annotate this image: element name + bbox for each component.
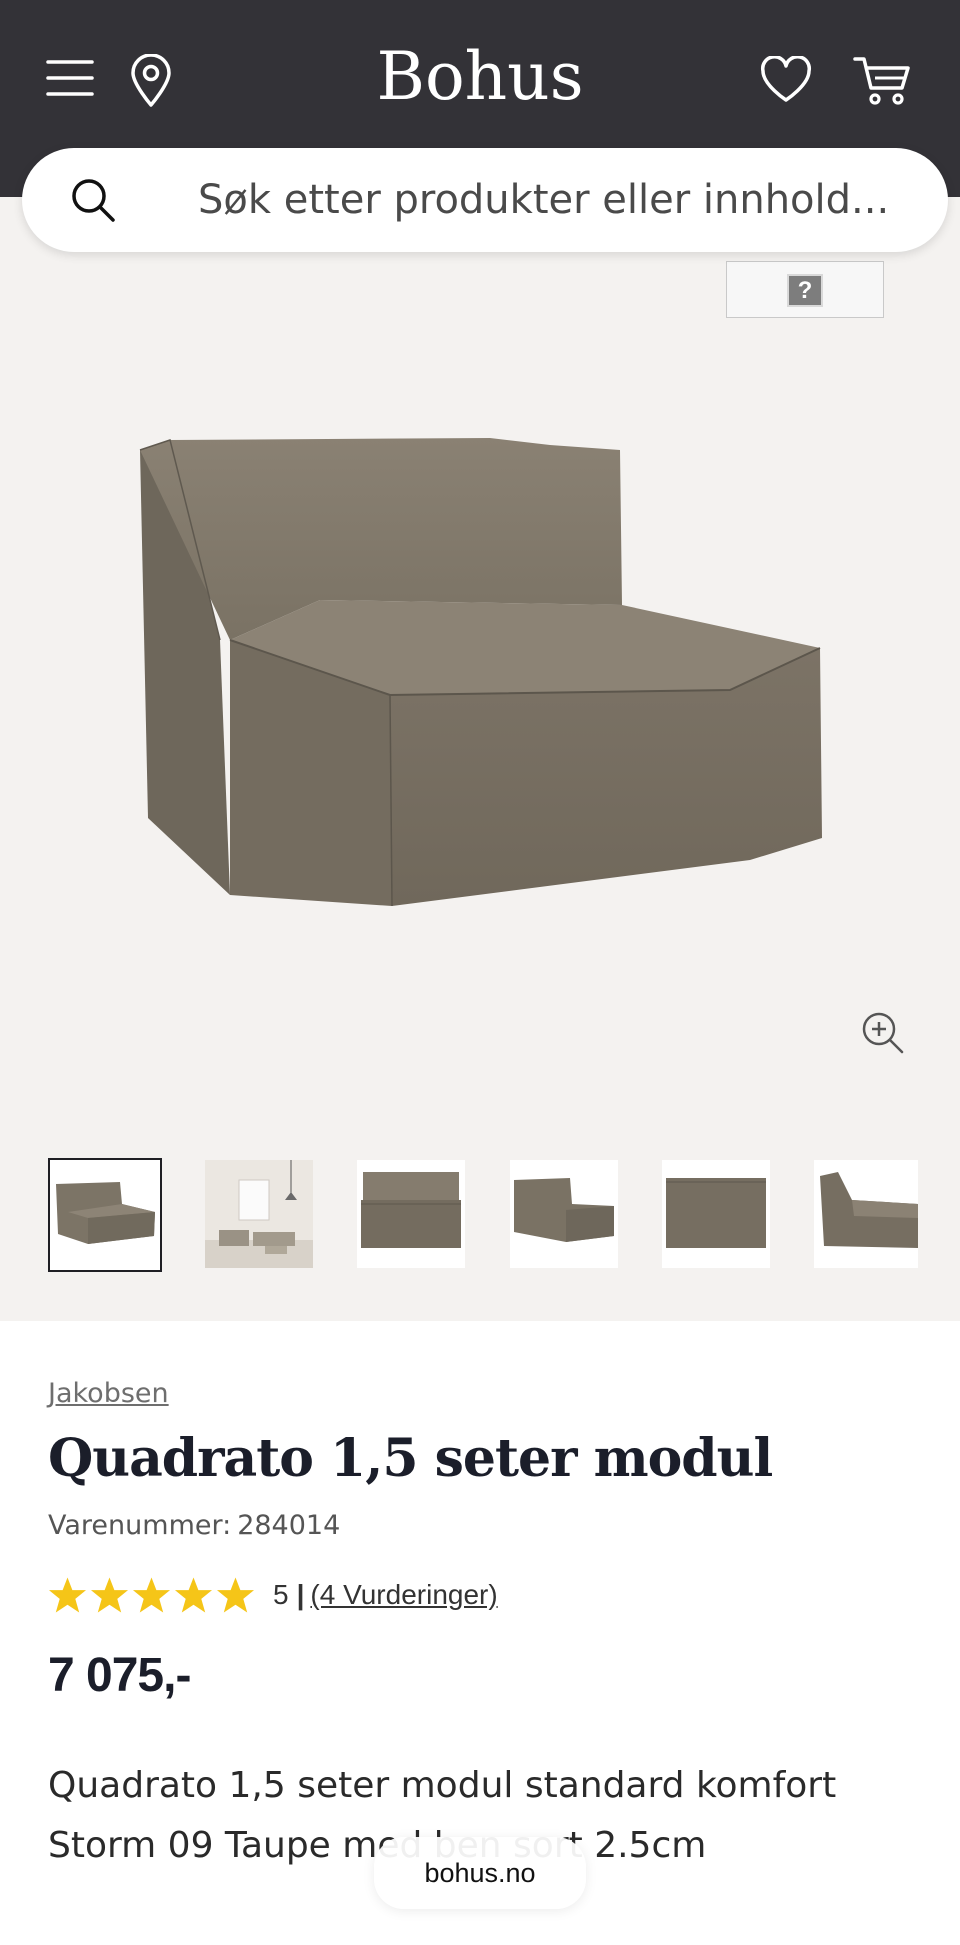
product-price: 7 075,-: [48, 1649, 191, 1702]
search-icon[interactable]: [70, 177, 116, 223]
menu-icon[interactable]: [46, 58, 94, 98]
search-input[interactable]: [198, 170, 898, 230]
thumbnail-image: [50, 1160, 160, 1270]
browser-url-pill[interactable]: bohus.no: [374, 1837, 586, 1909]
zoom-in-icon[interactable]: [860, 1010, 906, 1056]
thumbnail-image: [510, 1160, 618, 1268]
thumbnail-5[interactable]: [662, 1160, 770, 1268]
reviews-link[interactable]: (4 Vurderinger): [310, 1579, 497, 1611]
question-mark-icon: ?: [787, 274, 823, 307]
sku-line: Varenummer: 284014: [48, 1510, 340, 1541]
product-main-image[interactable]: [130, 420, 830, 920]
rating-score: 5: [273, 1579, 289, 1610]
rating-row: 5 | (4 Vurderinger): [48, 1570, 498, 1620]
thumbnail-image: [662, 1160, 770, 1268]
thumbnail-2[interactable]: [205, 1160, 313, 1268]
star-icon: [174, 1577, 213, 1613]
brand-logo[interactable]: Bohus: [330, 38, 630, 115]
thumbnail-image: [205, 1160, 313, 1268]
thumbnail-image: [814, 1160, 918, 1268]
location-pin-icon[interactable]: [130, 54, 172, 108]
rating-separator: |: [296, 1579, 305, 1610]
brand-link[interactable]: Jakobsen: [48, 1378, 169, 1409]
product-title: Quadrato 1,5 seter modul: [48, 1428, 773, 1489]
thumbnail-4[interactable]: [510, 1160, 618, 1268]
star-icon: [132, 1577, 171, 1613]
search-bar[interactable]: [22, 148, 948, 252]
heart-icon[interactable]: [760, 56, 812, 104]
star-icon: [216, 1577, 255, 1613]
broken-image-placeholder: ?: [726, 261, 884, 318]
thumbnail-1[interactable]: [48, 1158, 162, 1272]
star-rating: [48, 1576, 255, 1614]
thumbnail-image: [357, 1160, 465, 1268]
sku-value: 284014: [237, 1510, 341, 1541]
thumbnail-6[interactable]: [814, 1160, 918, 1268]
thumbnail-3[interactable]: [357, 1160, 465, 1268]
star-icon: [48, 1577, 87, 1613]
cart-icon[interactable]: [852, 54, 912, 106]
sku-label: Varenummer:: [48, 1510, 232, 1541]
star-icon: [90, 1577, 129, 1613]
